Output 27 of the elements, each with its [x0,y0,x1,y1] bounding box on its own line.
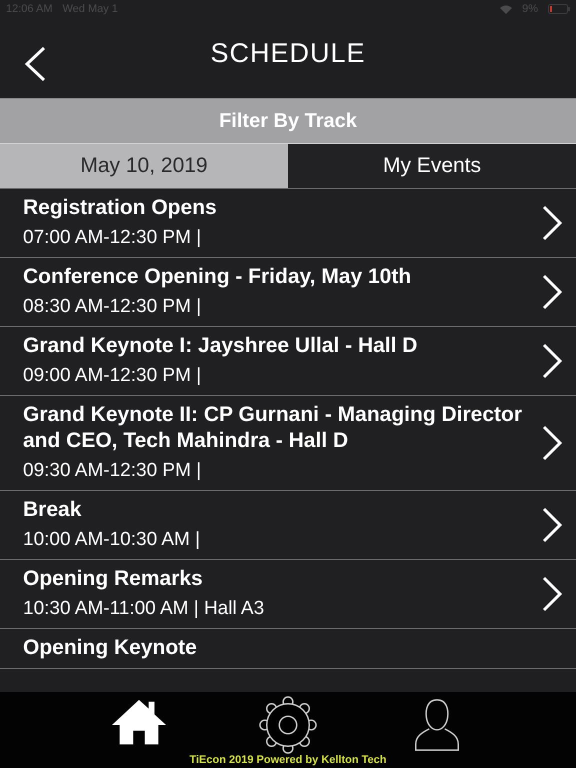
chevron-right-icon[interactable] [542,506,562,542]
date-tab[interactable]: My Events [288,144,576,188]
event-time: 10:00 AM-10:30 AM | [23,528,202,552]
event-title: Opening Keynote [23,635,198,661]
chevron-right-icon[interactable] [542,576,562,612]
wifi-icon [500,4,512,14]
event-time: 09:30 AM-12:30 PM | [23,459,202,483]
settings-icon[interactable] [258,696,317,754]
back-icon[interactable] [24,46,46,82]
event-time: 10:30 AM-11:00 AM | Hall A3 [23,597,266,621]
event-title: Break [23,497,82,523]
event-title: Registration Opens [23,195,218,221]
event-title: Grand Keynote I: Jayshree Ullal - Hall D [23,333,418,359]
battery-icon [548,4,570,14]
screen-title: SCHEDULE [210,38,366,68]
event-title: Opening Remarks [23,566,204,592]
chevron-right-icon[interactable] [542,424,562,460]
event-time: 07:00 AM-12:30 PM | [23,226,202,250]
chevron-right-icon[interactable] [542,342,562,378]
event-time: 09:00 AM-12:30 PM | [23,364,202,388]
date-tab[interactable]: May 10, 2019 [0,144,288,188]
event-time: 08:30 AM-12:30 PM | [23,295,202,319]
event-title: Grand Keynote II: CP Gurnani - Managing Director and CEO, Tech Mahindra - Hall D [23,402,524,454]
chevron-right-icon[interactable] [542,274,562,310]
footer-text: TiEcon 2019 Powered by Kellton Tech [189,754,387,766]
event-title: Conference Opening - Friday, May 10th [23,264,412,290]
chevron-right-icon[interactable] [542,204,562,240]
